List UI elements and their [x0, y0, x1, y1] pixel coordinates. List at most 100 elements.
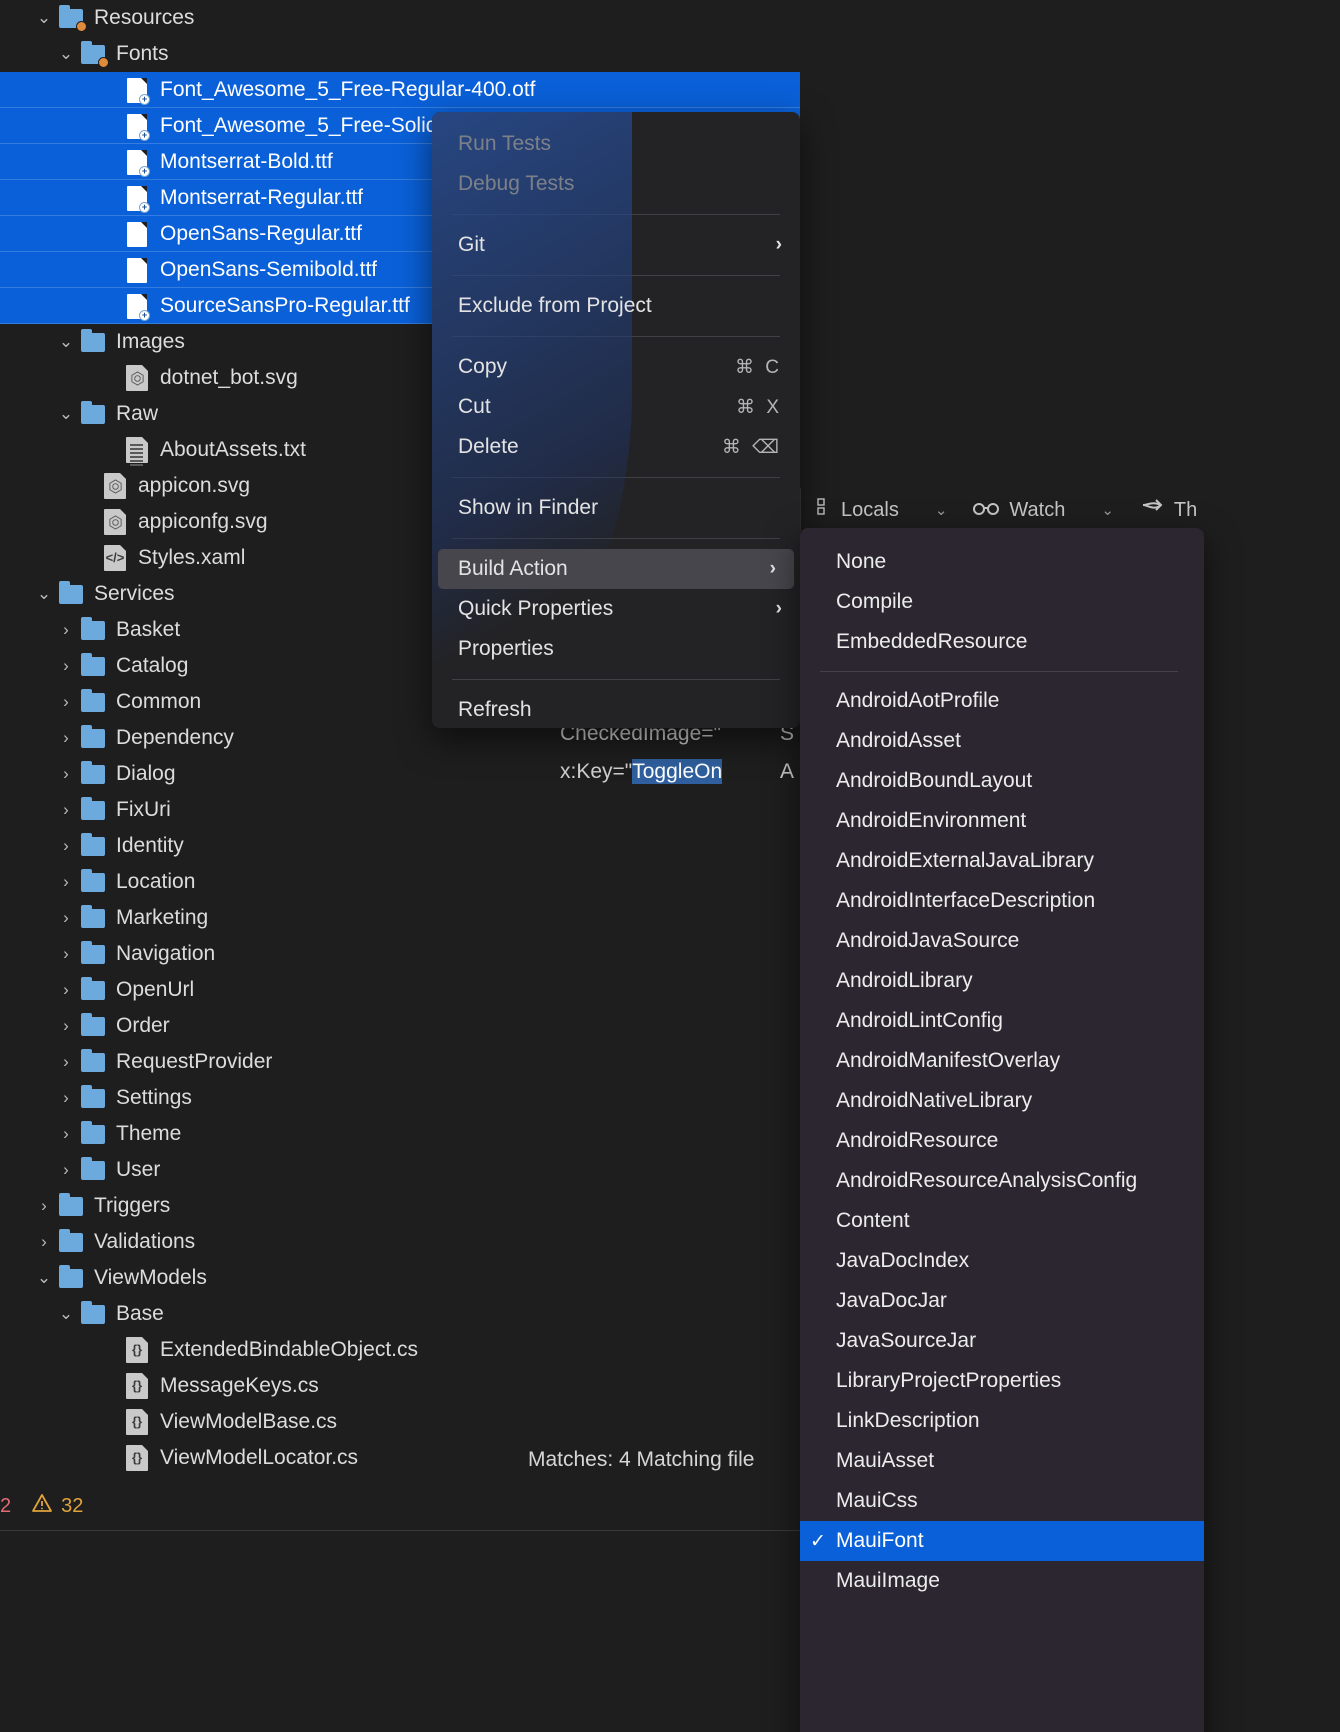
- twisty-right-icon[interactable]: ›: [54, 836, 78, 856]
- tree-row-label: Triggers: [94, 1194, 171, 1217]
- error-count[interactable]: 2: [0, 1495, 11, 1518]
- threads-tab[interactable]: Th: [1140, 496, 1197, 524]
- build-action-option[interactable]: JavaSourceJar: [800, 1321, 1204, 1361]
- tree-row[interactable]: › Navigation: [0, 936, 800, 972]
- build-action-option[interactable]: Content: [800, 1201, 1204, 1241]
- twisty-right-icon[interactable]: ›: [32, 1232, 56, 1252]
- twisty-right-icon[interactable]: ›: [54, 692, 78, 712]
- twisty-down-icon[interactable]: ⌄: [32, 1268, 56, 1288]
- build-action-option[interactable]: EmbeddedResource: [800, 622, 1204, 662]
- twisty-right-icon[interactable]: ›: [54, 1124, 78, 1144]
- twisty-down-icon[interactable]: ⌄: [32, 584, 56, 604]
- build-action-option[interactable]: AndroidExternalJavaLibrary: [800, 841, 1204, 881]
- tree-row[interactable]: › RequestProvider: [0, 1044, 800, 1080]
- build-action-option[interactable]: LibraryProjectProperties: [800, 1361, 1204, 1401]
- font-file-icon: +: [122, 113, 152, 141]
- build-action-option[interactable]: AndroidEnvironment: [800, 801, 1204, 841]
- twisty-right-icon[interactable]: ›: [54, 908, 78, 928]
- build-action-submenu[interactable]: None Compile EmbeddedResource AndroidAotPro…: [800, 528, 1204, 1732]
- tree-row[interactable]: › Identity: [0, 828, 800, 864]
- tree-row[interactable]: › Theme: [0, 1116, 800, 1152]
- tree-row[interactable]: › Validations: [0, 1224, 800, 1260]
- twisty-right-icon[interactable]: ›: [54, 800, 78, 820]
- build-action-option[interactable]: LinkDescription: [800, 1401, 1204, 1441]
- tree-row[interactable]: › Triggers: [0, 1188, 800, 1224]
- twisty-down-icon[interactable]: ⌄: [32, 8, 56, 28]
- xaml-code-lines[interactable]: CheckedImage=" x:Key="ToggleOn: [560, 722, 810, 798]
- build-action-option[interactable]: MauiAsset: [800, 1441, 1204, 1481]
- context-menu[interactable]: Run Tests Debug Tests Git › Exclude from Pro…: [432, 112, 800, 728]
- build-action-option[interactable]: JavaDocIndex: [800, 1241, 1204, 1281]
- build-action-option[interactable]: ✓ MauiFont: [800, 1521, 1204, 1561]
- build-action-option[interactable]: AndroidJavaSource: [800, 921, 1204, 961]
- build-action-option[interactable]: AndroidBoundLayout: [800, 761, 1204, 801]
- twisty-down-icon[interactable]: ⌄: [54, 1304, 78, 1324]
- build-action-option[interactable]: AndroidAsset: [800, 721, 1204, 761]
- build-action-option[interactable]: MauiCss: [800, 1481, 1204, 1521]
- twisty-right-icon[interactable]: ›: [54, 872, 78, 892]
- context-menu-item[interactable]: Git ›: [432, 225, 800, 265]
- build-action-option-label: AndroidInterfaceDescription: [836, 889, 1096, 912]
- build-action-option[interactable]: AndroidNativeLibrary: [800, 1081, 1204, 1121]
- tree-row[interactable]: › User: [0, 1152, 800, 1188]
- cs-file-icon: {}: [122, 1337, 152, 1363]
- twisty-down-icon[interactable]: ⌄: [54, 332, 78, 352]
- tree-row[interactable]: ⌄ Fonts: [0, 36, 800, 72]
- tree-row[interactable]: › Order: [0, 1008, 800, 1044]
- tree-row[interactable]: {} ViewModelBase.cs: [0, 1404, 800, 1440]
- chevron-right-icon: ›: [769, 558, 776, 579]
- context-menu-item[interactable]: Cut ⌘ X: [432, 387, 800, 427]
- context-menu-item-label: Quick Properties: [458, 597, 614, 620]
- twisty-right-icon[interactable]: ›: [54, 980, 78, 1000]
- build-action-option[interactable]: AndroidAotProfile: [800, 681, 1204, 721]
- build-action-option[interactable]: AndroidManifestOverlay: [800, 1041, 1204, 1081]
- tree-row-label: ViewModels: [94, 1266, 207, 1289]
- build-action-option[interactable]: AndroidLibrary: [800, 961, 1204, 1001]
- tree-row[interactable]: ⌄ Resources: [0, 0, 800, 36]
- build-action-option[interactable]: None: [800, 542, 1204, 582]
- context-menu-item[interactable]: Build Action ›: [438, 549, 794, 589]
- context-menu-item[interactable]: Exclude from Project: [432, 286, 800, 326]
- tree-row[interactable]: › Marketing: [0, 900, 800, 936]
- twisty-down-icon[interactable]: ⌄: [54, 404, 78, 424]
- twisty-right-icon[interactable]: ›: [54, 728, 78, 748]
- twisty-right-icon[interactable]: ›: [54, 1160, 78, 1180]
- chevron-down-icon-2[interactable]: ⌄: [1101, 501, 1114, 519]
- build-action-option[interactable]: AndroidResource: [800, 1121, 1204, 1161]
- context-menu-item[interactable]: Quick Properties ›: [432, 589, 800, 629]
- twisty-right-icon[interactable]: ›: [54, 620, 78, 640]
- tree-row[interactable]: › OpenUrl: [0, 972, 800, 1008]
- build-action-option[interactable]: Compile: [800, 582, 1204, 622]
- context-menu-item[interactable]: Show in Finder: [432, 488, 800, 528]
- chevron-down-icon[interactable]: ⌄: [935, 501, 948, 519]
- twisty-right-icon[interactable]: ›: [54, 944, 78, 964]
- context-menu-item[interactable]: Delete ⌘ ⌫: [432, 427, 800, 467]
- build-action-option[interactable]: MauiImage: [800, 1561, 1204, 1601]
- twisty-right-icon[interactable]: ›: [54, 764, 78, 784]
- tree-row[interactable]: + Font_Awesome_5_Free-Regular-400.otf: [0, 72, 800, 108]
- context-menu-item[interactable]: Properties: [432, 629, 800, 669]
- twisty-right-icon[interactable]: ›: [54, 1052, 78, 1072]
- tree-row[interactable]: {} MessageKeys.cs: [0, 1368, 800, 1404]
- context-menu-item[interactable]: Refresh: [432, 690, 800, 728]
- twisty-right-icon[interactable]: ›: [32, 1196, 56, 1216]
- warning-status[interactable]: 32: [31, 1493, 83, 1519]
- twisty-right-icon[interactable]: ›: [54, 656, 78, 676]
- twisty-right-icon[interactable]: ›: [54, 1016, 78, 1036]
- tree-row[interactable]: ⌄ ViewModels: [0, 1260, 800, 1296]
- build-action-option[interactable]: JavaDocJar: [800, 1281, 1204, 1321]
- context-menu-item[interactable]: Copy ⌘ C: [432, 347, 800, 387]
- tree-row[interactable]: {} ExtendedBindableObject.cs: [0, 1332, 800, 1368]
- build-action-option[interactable]: AndroidResourceAnalysisConfig: [800, 1161, 1204, 1201]
- tree-row-label: Navigation: [116, 942, 216, 965]
- twisty-right-icon[interactable]: ›: [54, 1088, 78, 1108]
- tree-row[interactable]: ⌄ Base: [0, 1296, 800, 1332]
- tree-row[interactable]: › Location: [0, 864, 800, 900]
- tree-row[interactable]: › Settings: [0, 1080, 800, 1116]
- locals-tab[interactable]: Locals ⌄: [817, 497, 973, 523]
- watch-tab[interactable]: Watch ⌄: [973, 499, 1140, 522]
- build-action-option[interactable]: AndroidLintConfig: [800, 1001, 1204, 1041]
- locals-icon: [817, 497, 831, 523]
- twisty-down-icon[interactable]: ⌄: [54, 44, 78, 64]
- build-action-option[interactable]: AndroidInterfaceDescription: [800, 881, 1204, 921]
